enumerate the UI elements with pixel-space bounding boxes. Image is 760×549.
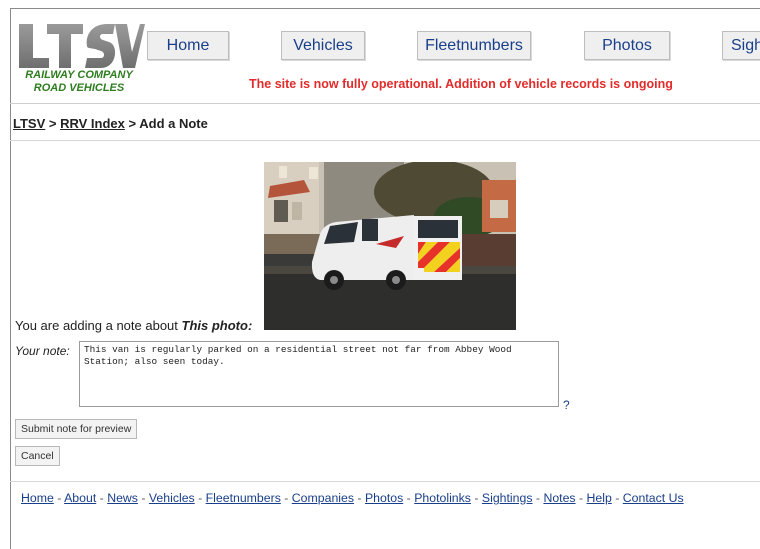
adding-note-prefix: You are adding a note about	[15, 318, 178, 333]
breadcrumb-current: Add a Note	[139, 116, 208, 131]
van-photo[interactable]	[264, 162, 516, 330]
footer-divider	[10, 481, 760, 482]
footer-separator: -	[579, 491, 584, 505]
logo-subtitle-line2: ROAD VEHICLES	[33, 82, 125, 94]
status-banner: The site is now fully operational. Addit…	[249, 77, 673, 91]
footer-link-sightings[interactable]: Sightings	[482, 491, 533, 505]
nav-photos-button[interactable]: Photos	[584, 31, 670, 60]
footer-separator: -	[141, 491, 146, 505]
adding-note-text: You are adding a note about This photo:	[15, 318, 252, 333]
breadcrumb-rrv-index-link[interactable]: RRV Index	[60, 116, 125, 131]
footer-link-contact-us[interactable]: Contact Us	[623, 491, 684, 505]
nav-home-button[interactable]: Home	[147, 31, 229, 60]
breadcrumb-separator: >	[128, 116, 137, 131]
nav-fleetnumbers-button[interactable]: Fleetnumbers	[417, 31, 531, 60]
breadcrumb-ltsv-link[interactable]: LTSV	[13, 116, 45, 131]
breadcrumb-divider	[10, 140, 760, 141]
footer-separator: -	[57, 491, 62, 505]
footer-separator: -	[357, 491, 362, 505]
adding-note-subject: This photo:	[181, 318, 253, 333]
footer-link-photolinks[interactable]: Photolinks	[414, 491, 471, 505]
footer-nav: Home - About - News - Vehicles - Fleetnu…	[21, 491, 684, 505]
footer-link-vehicles[interactable]: Vehicles	[149, 491, 195, 505]
footer-separator: -	[615, 491, 620, 505]
footer-link-companies[interactable]: Companies	[292, 491, 354, 505]
footer-separator: -	[284, 491, 289, 505]
logo-subtitle-line1: RAILWAY COMPANY	[25, 69, 133, 81]
header-divider	[10, 103, 760, 104]
breadcrumb-separator: >	[48, 116, 57, 131]
note-label: Your note:	[15, 344, 70, 358]
cancel-button[interactable]: Cancel	[15, 446, 60, 466]
submit-note-button[interactable]: Submit note for preview	[15, 419, 138, 439]
footer-link-news[interactable]: News	[107, 491, 138, 505]
footer-link-fleetnumbers[interactable]: Fleetnumbers	[206, 491, 281, 505]
footer-link-help[interactable]: Help	[587, 491, 612, 505]
help-icon[interactable]: ?	[563, 398, 570, 412]
footer-separator: -	[535, 491, 541, 505]
note-textarea[interactable]: This van is regularly parked on a reside…	[79, 341, 559, 407]
footer-link-notes[interactable]: Notes	[543, 491, 575, 505]
ltsv-logo-image	[19, 24, 145, 68]
footer-separator: -	[198, 491, 203, 505]
footer-separator: -	[99, 491, 104, 505]
logo-subtitle: RAILWAY COMPANY ROAD VEHICLES	[17, 69, 141, 95]
footer-separator: -	[474, 491, 479, 505]
footer-link-photos[interactable]: Photos	[365, 491, 403, 505]
footer-link-about[interactable]: About	[64, 491, 96, 505]
nav-sightings-button[interactable]: Sigh	[722, 31, 760, 60]
nav-vehicles-button[interactable]: Vehicles	[281, 31, 365, 60]
breadcrumb: LTSV > RRV Index > Add a Note	[13, 116, 208, 131]
footer-separator: -	[406, 491, 411, 505]
footer-link-home[interactable]: Home	[21, 491, 54, 505]
